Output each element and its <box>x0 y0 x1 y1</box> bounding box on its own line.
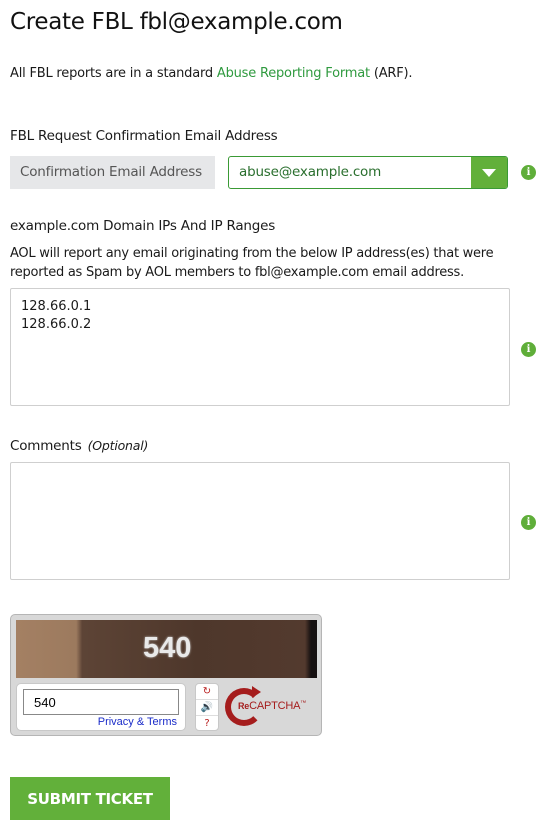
chevron-down-icon <box>482 169 496 177</box>
ip-ranges-textarea[interactable]: 128.66.0.1 128.66.0.2 <box>10 288 510 406</box>
arf-link[interactable]: Abuse Reporting Format <box>217 66 370 81</box>
submit-ticket-button[interactable]: SUBMIT TICKET <box>10 777 170 820</box>
captcha-image: 540 <box>16 620 317 678</box>
page-title: Create FBL fbl@example.com <box>10 9 343 35</box>
info-icon[interactable]: i <box>521 342 536 357</box>
intro-prefix: All FBL reports are in a standard <box>10 66 217 81</box>
confirmation-email-value: abuse@example.com <box>239 164 382 180</box>
comments-textarea[interactable] <box>10 462 510 580</box>
privacy-terms-link[interactable]: Privacy & Terms <box>98 716 177 728</box>
comments-label-text: Comments <box>10 438 82 454</box>
dropdown-button[interactable] <box>471 157 507 188</box>
recaptcha-arrow-icon <box>252 686 261 698</box>
confirmation-email-select[interactable]: abuse@example.com <box>228 156 508 189</box>
recaptcha-widget: 540 Privacy & Terms ↻ 🔊 ? ReCAPTCHA™ <box>10 614 322 736</box>
confirmation-addon-label: Confirmation Email Address <box>10 156 215 189</box>
help-icon[interactable]: ? <box>196 716 218 731</box>
optional-tag: (Optional) <box>87 438 149 453</box>
recaptcha-logo-text: ReCAPTCHA™ <box>238 700 307 712</box>
intro-text: All FBL reports are in a standard Abuse … <box>10 66 413 81</box>
ips-description: AOL will report any email originating fr… <box>10 246 494 280</box>
refresh-icon[interactable]: ↻ <box>196 684 218 699</box>
ips-section-label: example.com Domain IPs And IP Ranges <box>10 218 276 234</box>
audio-icon[interactable]: 🔊 <box>196 699 218 716</box>
captcha-input-box: Privacy & Terms <box>16 683 186 731</box>
captcha-response-input[interactable] <box>23 689 179 715</box>
captcha-word: 540 <box>143 632 192 664</box>
recaptcha-logo: ReCAPTCHA™ <box>225 686 315 729</box>
comments-label: Comments (Optional) <box>10 438 148 454</box>
captcha-controls: ↻ 🔊 ? <box>195 683 219 731</box>
confirmation-section-label: FBL Request Confirmation Email Address <box>10 128 278 144</box>
info-icon[interactable]: i <box>521 165 536 180</box>
info-icon[interactable]: i <box>521 515 536 530</box>
intro-suffix: (ARF). <box>369 66 413 81</box>
